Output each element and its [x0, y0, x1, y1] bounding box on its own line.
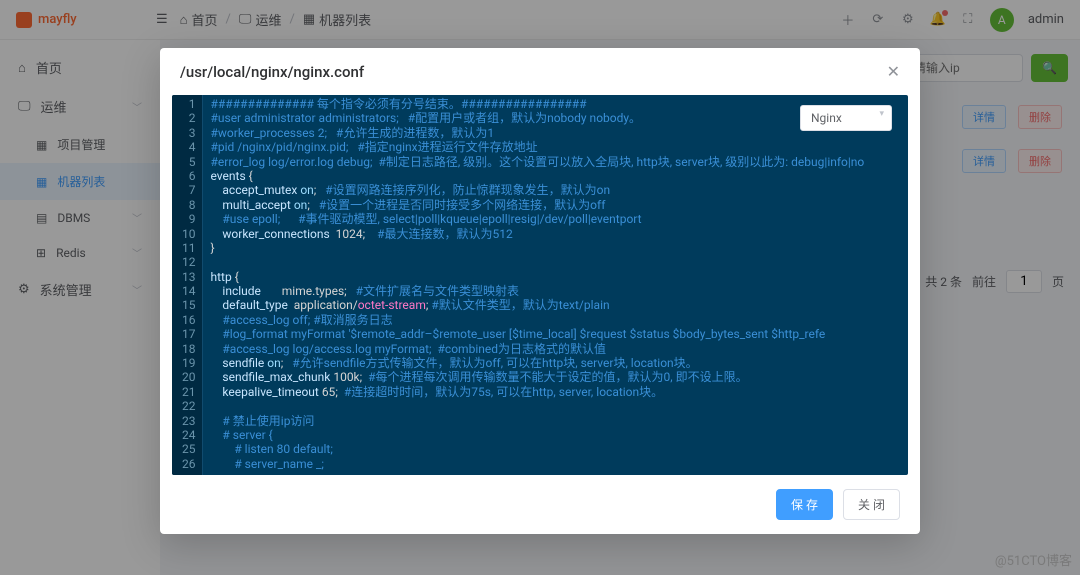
- modal-footer: 保 存 关 闭: [160, 475, 920, 534]
- language-select[interactable]: Nginx: [800, 105, 892, 131]
- line-gutter: 1234567891011121314151617181920212223242…: [172, 95, 203, 475]
- modal-body: Nginx ▾ 12345678910111213141516171819202…: [160, 95, 920, 475]
- code-content[interactable]: ############## 每个指令必须有分号结束。#############…: [203, 95, 909, 475]
- save-button[interactable]: 保 存: [776, 489, 833, 520]
- close-icon[interactable]: ✕: [887, 62, 900, 81]
- modal-title: /usr/local/nginx/nginx.conf: [180, 63, 364, 81]
- watermark: @51CTO博客: [995, 550, 1072, 569]
- close-button[interactable]: 关 闭: [843, 489, 900, 520]
- modal-header: /usr/local/nginx/nginx.conf ✕: [160, 48, 920, 95]
- code-editor[interactable]: Nginx ▾ 12345678910111213141516171819202…: [172, 95, 908, 475]
- modal-backdrop[interactable]: /usr/local/nginx/nginx.conf ✕ Nginx ▾ 12…: [0, 0, 1080, 575]
- config-editor-modal: /usr/local/nginx/nginx.conf ✕ Nginx ▾ 12…: [160, 48, 920, 534]
